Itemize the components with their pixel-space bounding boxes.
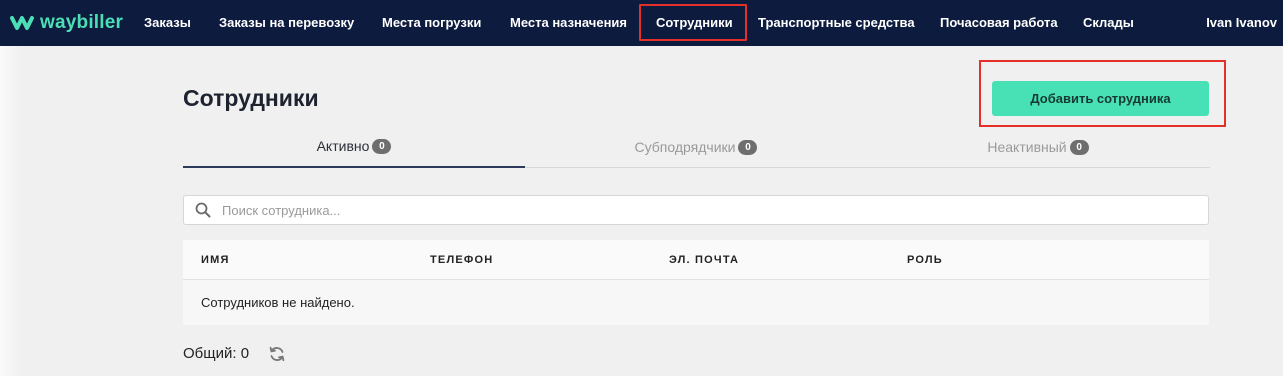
nav-item-loading-places[interactable]: Места погрузки — [382, 0, 481, 46]
column-header-email[interactable]: ЭЛ. ПОЧТА — [669, 240, 739, 280]
waybiller-logo[interactable]: waybiller — [10, 11, 123, 35]
page-title: Сотрудники — [183, 85, 319, 111]
search-icon — [184, 202, 222, 218]
total-count: Общий: 0 — [183, 345, 250, 362]
column-header-phone[interactable]: ТЕЛЕФОН — [430, 240, 493, 280]
nav-item-warehouses[interactable]: Склады — [1083, 0, 1134, 46]
left-edge-strip — [0, 46, 22, 376]
nav-item-transport-orders[interactable]: Заказы на перевозку — [219, 0, 354, 46]
top-navbar: waybiller Заказы Заказы на перевозку Мес… — [0, 0, 1283, 46]
tab-active[interactable]: Активно 0 — [183, 126, 525, 168]
logo-text: waybiller — [40, 12, 124, 33]
nav-item-vehicles[interactable]: Транспортные средства — [758, 0, 915, 46]
search-input[interactable] — [222, 202, 1208, 218]
employee-tabs: Активно 0 Субподрядчики 0 Неактивный 0 — [183, 126, 1210, 168]
nav-item-employees[interactable]: Сотрудники — [656, 0, 733, 46]
tab-active-count-badge: 0 — [372, 138, 392, 154]
tab-inactive[interactable]: Неактивный 0 — [867, 126, 1209, 168]
column-header-role[interactable]: РОЛЬ — [907, 240, 943, 280]
table-header: ИМЯ ТЕЛЕФОН ЭЛ. ПОЧТА РОЛЬ — [183, 240, 1209, 280]
tab-subcontractors-count-badge: 0 — [738, 139, 758, 155]
empty-table-message: Сотрудников не найдено. — [201, 295, 355, 310]
user-menu[interactable]: Ivan Ivanov — [1206, 0, 1277, 46]
tab-subcontractors-label: Субподрядчики — [634, 139, 736, 155]
logo-mark-icon — [10, 16, 34, 30]
nav-item-destinations[interactable]: Места назначения — [510, 0, 627, 46]
tab-active-label: Активно — [316, 138, 370, 154]
nav-item-hourly-work[interactable]: Почасовая работа — [940, 0, 1058, 46]
column-header-name[interactable]: ИМЯ — [201, 240, 230, 280]
employees-table: ИМЯ ТЕЛЕФОН ЭЛ. ПОЧТА РОЛЬ Сотрудников н… — [183, 240, 1209, 325]
tab-subcontractors[interactable]: Субподрядчики 0 — [525, 126, 867, 168]
refresh-icon[interactable] — [268, 345, 286, 363]
tab-inactive-count-badge: 0 — [1069, 139, 1089, 155]
nav-item-orders[interactable]: Заказы — [144, 0, 191, 46]
add-employee-button[interactable]: Добавить сотрудника — [992, 81, 1209, 116]
employee-search — [183, 195, 1209, 225]
tab-inactive-label: Неактивный — [987, 139, 1067, 155]
